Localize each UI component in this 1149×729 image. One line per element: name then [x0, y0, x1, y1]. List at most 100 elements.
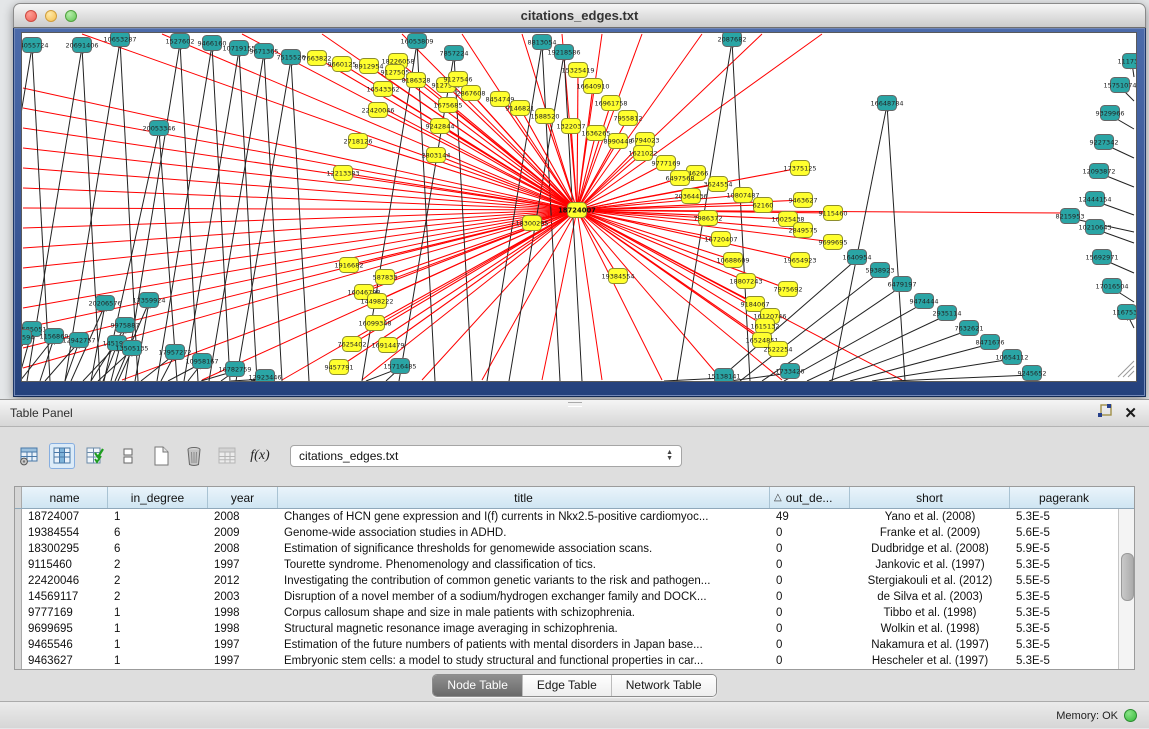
cell-name: 22420046: [22, 573, 108, 589]
node-label: 7975692: [774, 285, 803, 293]
node-label: 14498222: [360, 297, 393, 305]
column-header-pagerank[interactable]: pagerank: [1010, 487, 1118, 508]
node-label: 7625402: [338, 340, 367, 348]
node-label: 2803144: [422, 151, 451, 159]
table-row[interactable]: 1938455462009Genome-wide association stu…: [15, 525, 1134, 541]
node-label: 2849575: [789, 226, 818, 234]
node-label: 9463627: [789, 196, 818, 204]
vertical-scrollbar[interactable]: [1118, 509, 1134, 669]
cell-pagerank: 5.3E-5: [1010, 621, 1134, 637]
new-table-icon[interactable]: [148, 443, 174, 469]
citation-network-graph[interactable]: 1405572420691406106532871527602946616010…: [22, 33, 1136, 381]
table-row[interactable]: 946554611997Estimation of the future num…: [15, 637, 1134, 653]
node-label: 12093872: [1082, 167, 1115, 175]
node-table: name in_degree year title △ out_de... sh…: [14, 486, 1135, 670]
node-label: 1588520: [531, 112, 560, 120]
network-graph-canvas[interactable]: 1405572420691406106532871527602946616010…: [21, 32, 1137, 382]
column-visibility-icon[interactable]: [49, 443, 75, 469]
splitter-grip[interactable]: [568, 402, 582, 407]
tab-edge-table[interactable]: Edge Table: [522, 675, 611, 696]
table-header-row: name in_degree year title △ out_de... sh…: [15, 487, 1134, 509]
tab-network-table[interactable]: Network Table: [611, 675, 716, 696]
node-label: 19654923: [783, 256, 816, 264]
node-label: 22420046: [361, 106, 394, 114]
node-label: 9329966: [1096, 109, 1125, 117]
row-gutter: [15, 589, 22, 605]
table-tabbar: Node Table Edge Table Network Table: [0, 674, 1149, 697]
row-gutter: [15, 621, 22, 637]
import-table-icon[interactable]: [214, 443, 240, 469]
node-label: 16914479: [371, 341, 404, 349]
cell-short: Dudbridge et al. (2008): [850, 541, 1010, 557]
row-gutter: [15, 605, 22, 621]
column-header-short[interactable]: short: [850, 487, 1010, 508]
close-panel-icon[interactable]: ✕: [1124, 406, 1137, 421]
node-label: 1640954: [843, 253, 872, 261]
table-row[interactable]: 969969511998Structural magnetic resonanc…: [15, 621, 1134, 637]
node-label: 17359924: [132, 296, 165, 304]
node-label: 2867608: [457, 89, 486, 97]
cell-name: 14569117: [22, 589, 108, 605]
cell-pagerank: 5.3E-5: [1010, 605, 1134, 621]
cell-pagerank: 5.5E-5: [1010, 573, 1134, 589]
node-label: 9127546: [444, 75, 473, 83]
table-row[interactable]: 946362711997Embryonic stem cells: a mode…: [15, 653, 1134, 669]
column-header-name[interactable]: name: [22, 487, 108, 508]
cell-out_degree: 0: [770, 573, 850, 589]
node-label: 7955812: [614, 114, 643, 122]
column-header-out-degree[interactable]: △ out_de...: [770, 487, 850, 508]
table-row[interactable]: 1456911722003Disruption of a novel membe…: [15, 589, 1134, 605]
table-row[interactable]: 977716911998Corpus callosum shape and si…: [15, 605, 1134, 621]
node-label: 391594: [22, 333, 34, 341]
column-header-title[interactable]: title: [278, 487, 770, 508]
tab-node-table[interactable]: Node Table: [433, 675, 522, 696]
sort-ascending-icon: △: [774, 492, 782, 503]
node-label: 9699695: [819, 238, 848, 246]
rows-icon[interactable]: [115, 443, 141, 469]
network-table-select[interactable]: citations_edges.txt ▲▼: [290, 445, 682, 467]
row-gutter: [15, 637, 22, 653]
delete-table-icon[interactable]: [181, 443, 207, 469]
cell-pagerank: 5.3E-5: [1010, 557, 1134, 573]
node-label: 8990448: [604, 137, 633, 145]
cell-in_degree: 1: [108, 653, 208, 669]
column-header-year[interactable]: year: [208, 487, 278, 508]
column-header-in-degree[interactable]: in_degree: [108, 487, 208, 508]
cell-short: Stergiakouli et al. (2012): [850, 573, 1010, 589]
node-label: 8813054: [528, 38, 557, 46]
cell-title: Changes of HCN gene expression and I(f) …: [278, 509, 770, 525]
memory-status-label: Memory: OK: [1056, 710, 1118, 722]
window-frame: 1405572420691406106532871527602946616010…: [13, 28, 1146, 397]
canvas-resize-grip[interactable]: [1118, 361, 1134, 377]
table-row[interactable]: 1872400712008Changes of HCN gene express…: [15, 509, 1134, 525]
node-label: 18300295: [515, 219, 548, 227]
memory-ok-icon[interactable]: [1124, 709, 1137, 722]
table-settings-icon[interactable]: [16, 443, 42, 469]
scrollbar-thumb[interactable]: [1121, 553, 1134, 601]
window-titlebar[interactable]: citations_edges.txt: [13, 3, 1146, 28]
table-row[interactable]: 1830029562008Estimation of significance …: [15, 541, 1134, 557]
node-label: 9127505: [381, 68, 410, 76]
node-label: 12942757: [62, 336, 95, 344]
cell-name: 9777169: [22, 605, 108, 621]
node-label: 10654112: [995, 353, 1028, 361]
table-row[interactable]: 911546021997Tourette syndrome. Phenomeno…: [15, 557, 1134, 573]
node-label: 9474444: [910, 297, 939, 305]
cell-title: Tourette syndrome. Phenomenology and cla…: [278, 557, 770, 573]
cell-in_degree: 1: [108, 509, 208, 525]
function-builder-icon[interactable]: f(x): [247, 443, 273, 469]
node-label: 10688609: [716, 256, 749, 264]
node-label: 9242844: [426, 122, 455, 130]
cell-year: 1997: [208, 557, 278, 573]
float-panel-icon[interactable]: [1098, 404, 1112, 423]
node-label: 20053346: [142, 124, 175, 132]
table-row[interactable]: 2242004622012Investigating the contribut…: [15, 573, 1134, 589]
cell-title: Investigating the contribution of common…: [278, 573, 770, 589]
table-toolbar: f(x) citations_edges.txt ▲▼: [16, 440, 682, 472]
cell-name: 18724007: [22, 509, 108, 525]
node-label: 16782759: [218, 365, 251, 373]
node-label: 6794023: [631, 136, 660, 144]
node-label: 16640910: [576, 82, 609, 90]
row-select-icon[interactable]: [82, 443, 108, 469]
node-label: 1733426: [776, 367, 805, 375]
